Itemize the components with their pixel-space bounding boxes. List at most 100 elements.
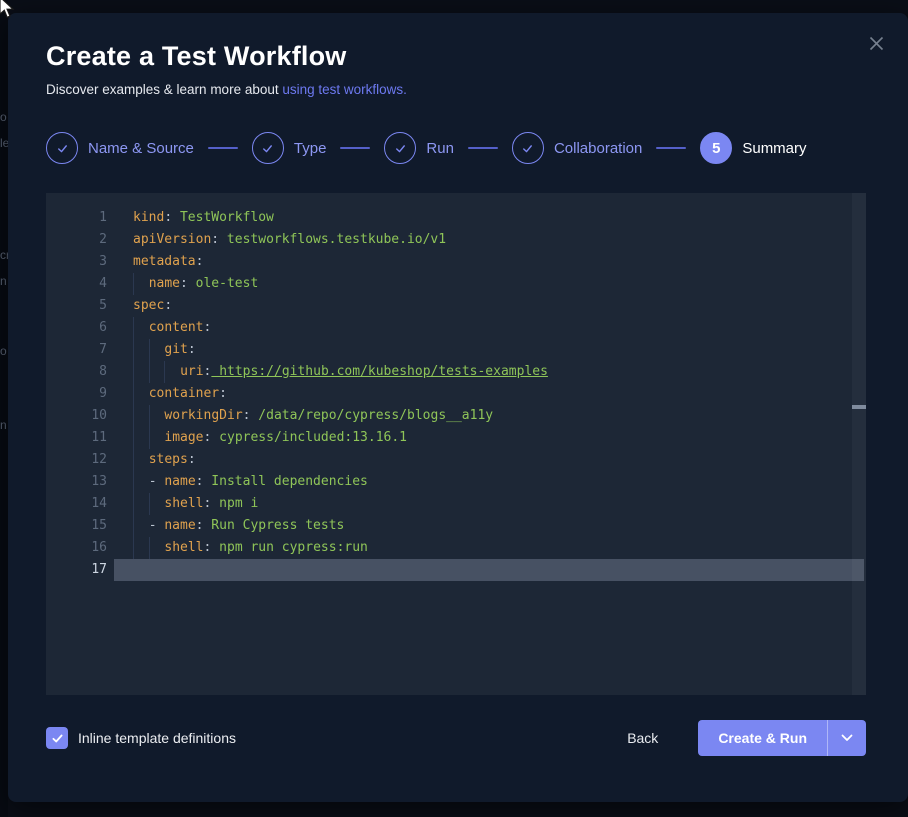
background-text-fragment: n	[0, 274, 7, 288]
step-check-icon	[252, 132, 284, 164]
checkbox-checked-icon[interactable]	[46, 727, 68, 749]
indent-guide	[133, 405, 149, 427]
background-text-fragment: le	[0, 136, 8, 150]
indent-guide	[149, 361, 165, 383]
indent-guide	[133, 339, 149, 361]
close-icon[interactable]	[864, 31, 888, 55]
indent-guide	[133, 427, 149, 449]
create-and-run-split-button: Create & Run	[698, 720, 866, 756]
code-text	[107, 559, 133, 581]
code-text: steps:	[107, 449, 196, 471]
line-number: 6	[46, 317, 107, 339]
code-text: image: cypress/included:13.16.1	[107, 427, 407, 449]
editor-line-6[interactable]: 6content:	[46, 317, 866, 339]
line-number: 14	[46, 493, 107, 515]
editor-line-12[interactable]: 12steps:	[46, 449, 866, 471]
editor-line-7[interactable]: 7git:	[46, 339, 866, 361]
repo-url-link[interactable]: https://github.com/kubeshop/tests-exampl…	[211, 364, 548, 379]
code-text: workingDir: /data/repo/cypress/blogs__a1…	[107, 405, 493, 427]
line-number: 7	[46, 339, 107, 361]
editor-line-1[interactable]: 1kind: TestWorkflow	[46, 207, 866, 229]
yaml-editor[interactable]: 1kind: TestWorkflow2apiVersion: testwork…	[46, 193, 866, 695]
indent-guide	[149, 405, 165, 427]
editor-line-17[interactable]: 17	[46, 559, 866, 581]
indent-guide	[133, 361, 149, 383]
step-check-icon	[512, 132, 544, 164]
stepper-step-type[interactable]: Type	[252, 132, 327, 164]
stepper-step-run[interactable]: Run	[384, 132, 454, 164]
modal-footer: Inline template definitions Back Create …	[46, 720, 866, 756]
editor-line-15[interactable]: 15- name: Run Cypress tests	[46, 515, 866, 537]
stepper-step-summary[interactable]: 5Summary	[700, 132, 806, 164]
line-number: 11	[46, 427, 107, 449]
code-text: shell: npm run cypress:run	[107, 537, 368, 559]
code-text: - name: Install dependencies	[107, 471, 368, 493]
indent-guide	[164, 361, 180, 383]
background-text-fragment: o	[0, 110, 7, 124]
editor-scrollbar-track[interactable]	[852, 193, 866, 695]
editor-line-14[interactable]: 14shell: npm i	[46, 493, 866, 515]
line-number: 9	[46, 383, 107, 405]
stepper: Name & Source Type Run Collaboration 5Summar…	[46, 132, 866, 164]
line-number: 15	[46, 515, 107, 537]
line-number: 13	[46, 471, 107, 493]
code-text: - name: Run Cypress tests	[107, 515, 344, 537]
background-text-fragment: o	[0, 344, 7, 358]
checkbox-label: Inline template definitions	[78, 730, 236, 746]
code-text: git:	[107, 339, 196, 361]
step-check-icon	[384, 132, 416, 164]
code-text: uri: https://github.com/kubeshop/tests-e…	[107, 361, 548, 383]
editor-line-9[interactable]: 9container:	[46, 383, 866, 405]
inline-template-checkbox-row[interactable]: Inline template definitions	[46, 727, 236, 749]
using-test-workflows-link[interactable]: using test workflows.	[282, 82, 407, 97]
editor-line-11[interactable]: 11image: cypress/included:13.16.1	[46, 427, 866, 449]
modal-subtitle: Discover examples & learn more about usi…	[46, 82, 866, 97]
stepper-step-collaboration[interactable]: Collaboration	[512, 132, 642, 164]
code-text: shell: npm i	[107, 493, 258, 515]
indent-guide	[133, 471, 149, 493]
line-number: 3	[46, 251, 107, 273]
code-text: metadata:	[107, 251, 203, 273]
editor-line-2[interactable]: 2apiVersion: testworkflows.testkube.io/v…	[46, 229, 866, 251]
step-label: Collaboration	[554, 140, 642, 157]
step-connector	[340, 147, 370, 149]
code-text: container:	[107, 383, 227, 405]
editor-line-5[interactable]: 5spec:	[46, 295, 866, 317]
step-connector	[208, 147, 238, 149]
code-lines: 1kind: TestWorkflow2apiVersion: testwork…	[46, 193, 866, 581]
create-and-run-button[interactable]: Create & Run	[698, 720, 828, 756]
line-number: 16	[46, 537, 107, 559]
indent-guide	[133, 493, 149, 515]
step-label: Type	[294, 140, 327, 157]
editor-line-3[interactable]: 3metadata:	[46, 251, 866, 273]
background-page-edge: olecrnon	[0, 0, 8, 817]
background-text-fragment: n	[0, 418, 7, 432]
indent-guide	[133, 449, 149, 471]
editor-scrollbar-thumb[interactable]	[852, 405, 866, 409]
editor-line-10[interactable]: 10workingDir: /data/repo/cypress/blogs__…	[46, 405, 866, 427]
line-number: 10	[46, 405, 107, 427]
step-label: Name & Source	[88, 140, 194, 157]
chevron-down-icon[interactable]	[828, 720, 866, 756]
mouse-cursor-icon	[0, 0, 18, 26]
line-number: 4	[46, 273, 107, 295]
indent-guide	[133, 317, 149, 339]
page-title: Create a Test Workflow	[46, 41, 866, 72]
step-connector	[656, 147, 686, 149]
indent-guide	[133, 537, 149, 559]
line-number: 1	[46, 207, 107, 229]
code-text: name: ole-test	[107, 273, 258, 295]
back-button[interactable]: Back	[627, 730, 658, 746]
editor-line-4[interactable]: 4name: ole-test	[46, 273, 866, 295]
code-text: content:	[107, 317, 211, 339]
editor-line-13[interactable]: 13- name: Install dependencies	[46, 471, 866, 493]
subtitle-text: Discover examples & learn more about	[46, 82, 282, 97]
stepper-step-name-source[interactable]: Name & Source	[46, 132, 194, 164]
create-test-workflow-modal: Create a Test Workflow Discover examples…	[8, 13, 908, 802]
indent-guide	[149, 493, 165, 515]
editor-line-8[interactable]: 8uri: https://github.com/kubeshop/tests-…	[46, 361, 866, 383]
step-number-badge: 5	[700, 132, 732, 164]
editor-line-16[interactable]: 16shell: npm run cypress:run	[46, 537, 866, 559]
indent-guide	[133, 515, 149, 537]
indent-guide	[133, 273, 149, 295]
